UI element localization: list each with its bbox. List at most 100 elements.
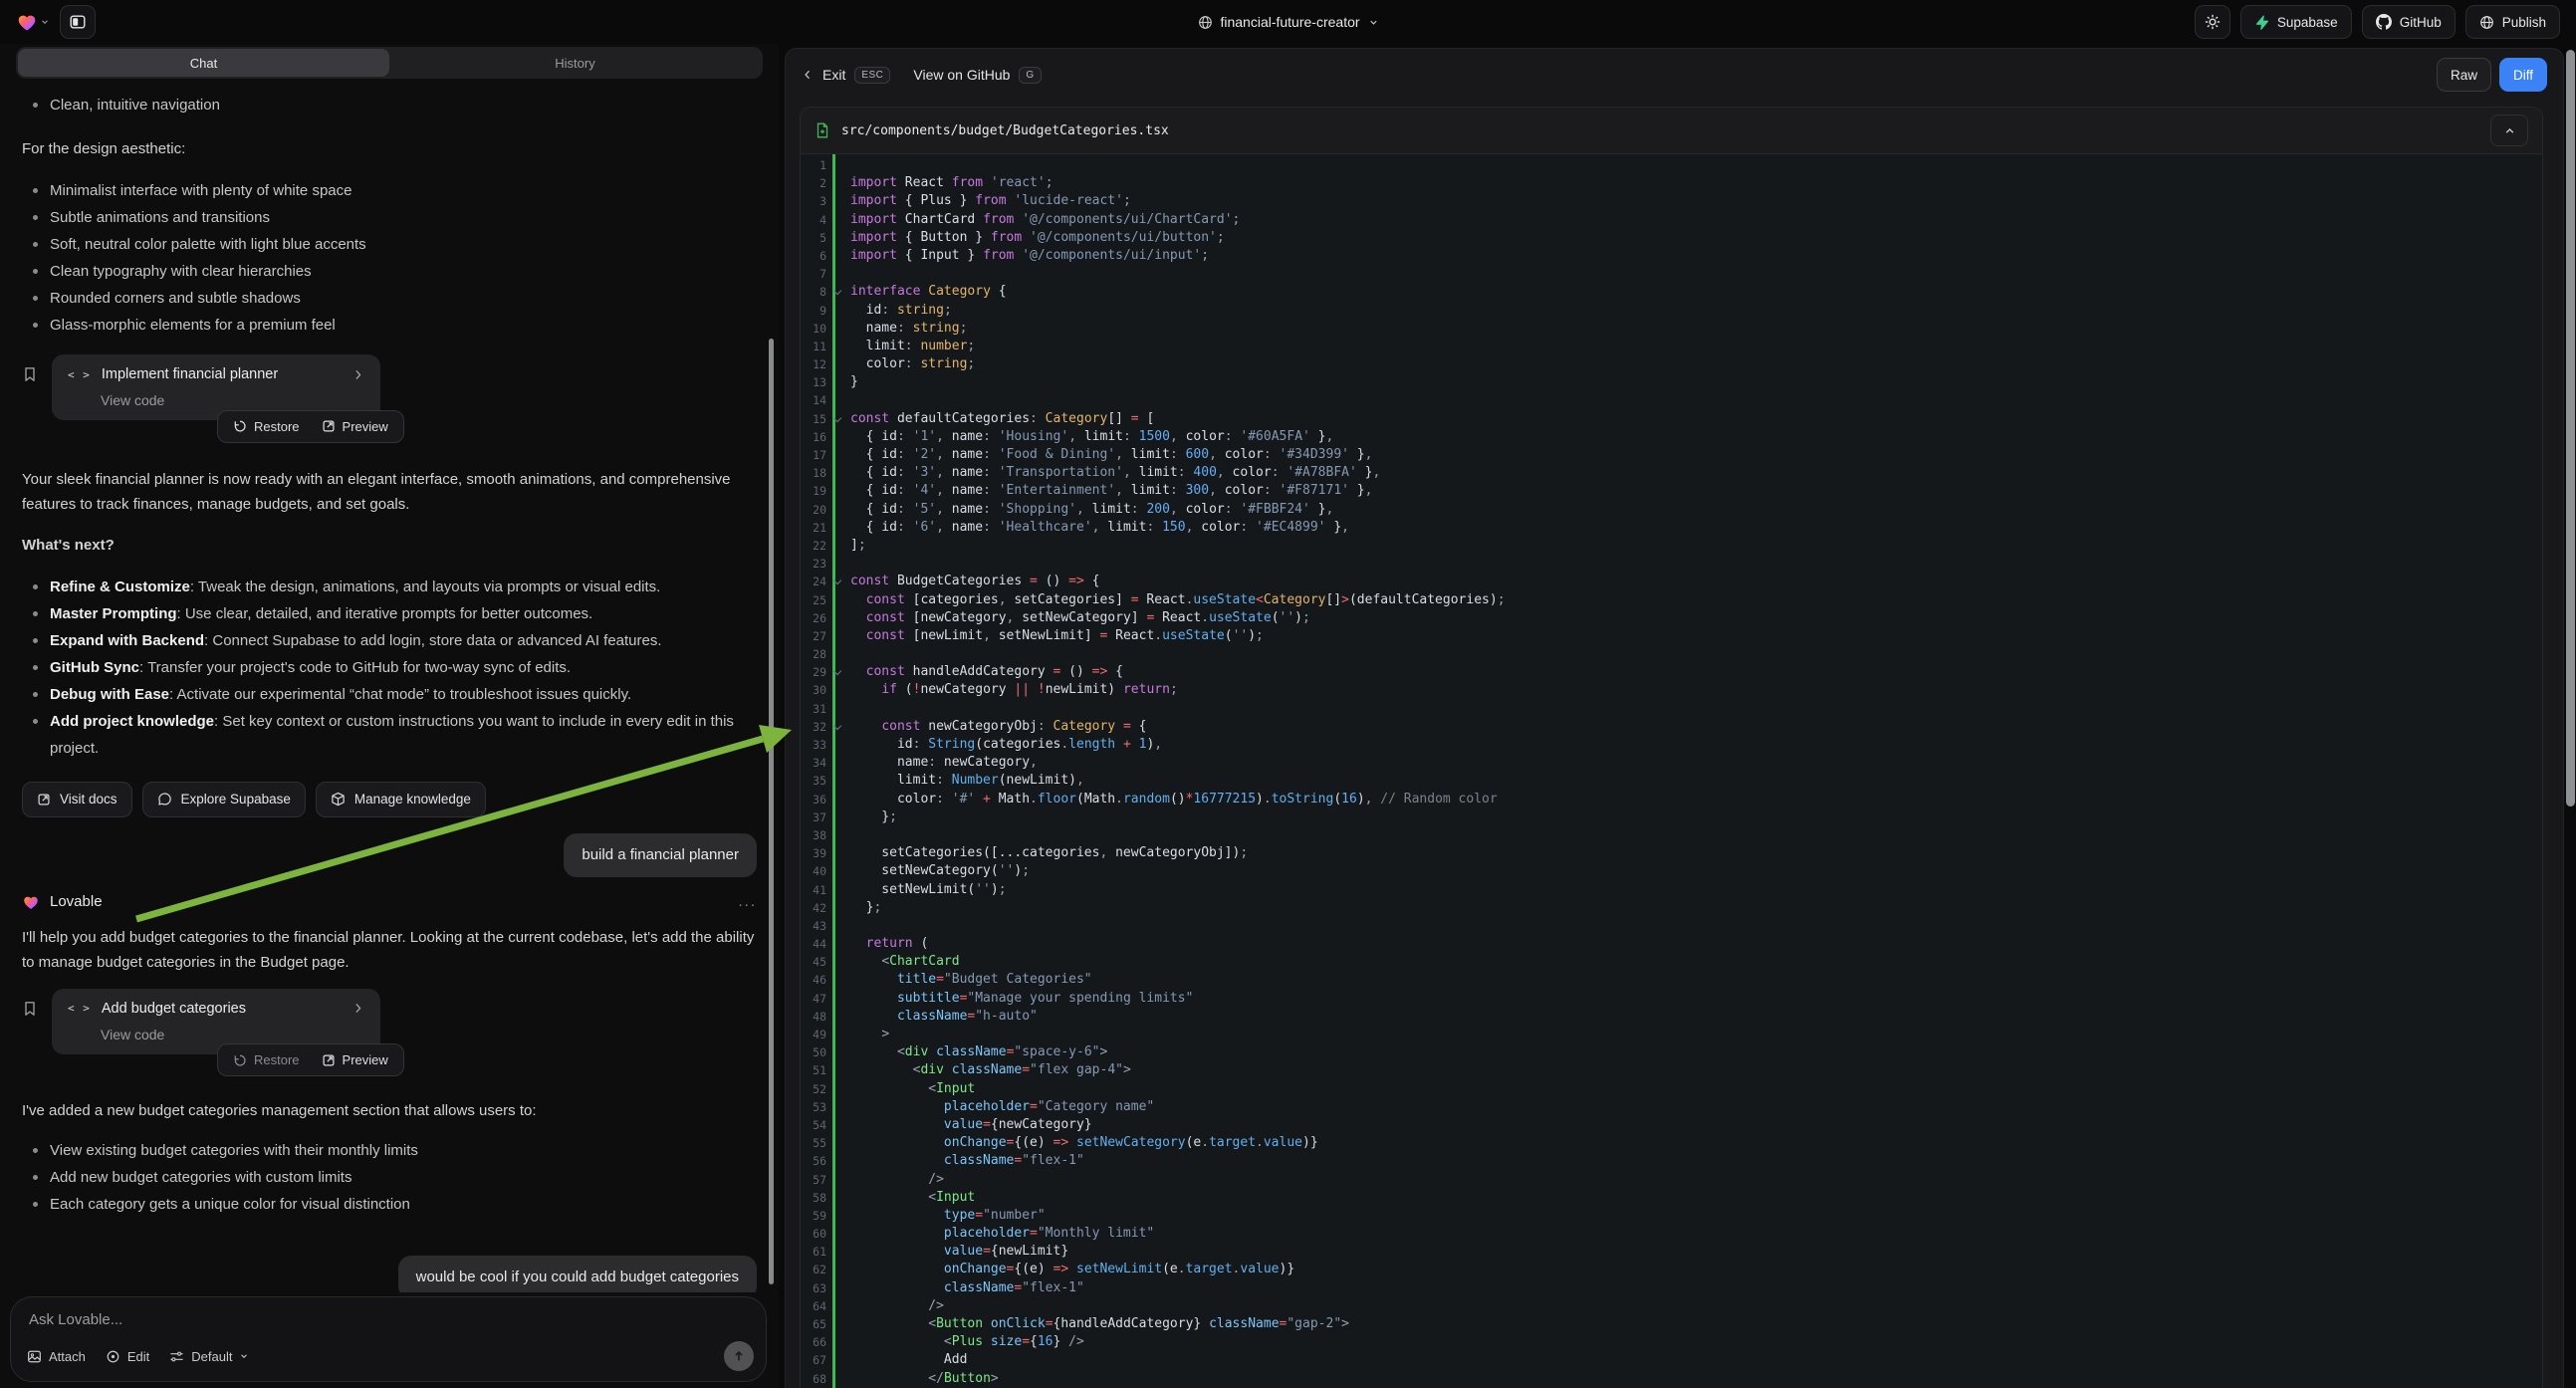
file-header[interactable]: src/components/budget/BudgetCategories.t… [801, 108, 2542, 154]
version-card-title: Add budget categories [102, 1001, 341, 1017]
attach-button[interactable]: Attach [27, 1349, 86, 1364]
line-number: 66 [801, 1333, 826, 1351]
supabase-button[interactable]: Supabase [2240, 5, 2352, 39]
code-icon: < > [68, 368, 91, 381]
project-menu[interactable]: financial-future-creator [1197, 0, 1378, 44]
restore-button[interactable]: Restore [224, 1048, 309, 1071]
next-steps-list: Refine & Customize: Tweak the design, an… [22, 574, 757, 762]
code-scrollbar[interactable] [2566, 50, 2575, 807]
restore-button[interactable]: Restore [224, 415, 309, 438]
publish-button[interactable]: Publish [2465, 5, 2560, 39]
chevron-right-icon [351, 1002, 364, 1015]
external-link-icon [322, 419, 336, 433]
line-number: 29 [801, 663, 826, 681]
line-number: 14 [801, 391, 826, 409]
code-line: 57 /> [801, 1171, 2542, 1189]
toggle-sidebar-button[interactable] [60, 5, 96, 39]
model-selector[interactable]: Default [169, 1349, 249, 1364]
tab-chat[interactable]: Chat [18, 49, 389, 77]
line-number: 58 [801, 1189, 826, 1207]
code-text: /> [826, 1297, 944, 1315]
chat-messages[interactable]: Clean, intuitive navigation For the desi… [0, 86, 779, 1292]
code-line: 68 </Button> [801, 1370, 2542, 1388]
code-line: 50 <div className="space-y-6"> [801, 1043, 2542, 1061]
bookmark-icon[interactable] [22, 354, 38, 382]
code-line: 4import ChartCard from '@/components/ui/… [801, 211, 2542, 229]
preview-button[interactable]: Preview [313, 1048, 397, 1071]
chevron-right-icon [351, 368, 364, 381]
code-line: 1 [801, 156, 2542, 174]
code-line: 65 <Button onClick={handleAddCategory} c… [801, 1315, 2542, 1333]
explore-supabase-button[interactable]: Explore Supabase [142, 782, 306, 817]
code-text [826, 917, 850, 935]
github-icon [2376, 14, 2392, 30]
tab-history[interactable]: History [389, 49, 761, 77]
code-line: 35 limit: Number(newLimit), [801, 772, 2542, 790]
github-button[interactable]: GitHub [2362, 5, 2456, 39]
version-card-title: Implement financial planner [102, 366, 341, 382]
code-viewer[interactable]: 12import React from 'react';3import { Pl… [801, 154, 2542, 1388]
line-number: 53 [801, 1098, 826, 1116]
code-line: 33 id: String(categories.length + 1), [801, 736, 2542, 754]
code-line: 22]; [801, 537, 2542, 555]
exit-button[interactable]: Exit esc [802, 67, 890, 84]
version-toolbar-2: Restore Preview [217, 1043, 404, 1076]
chat-input[interactable] [27, 1310, 754, 1329]
code-panel-area: Exit esc View on GitHub G Raw Diff src/c… [783, 44, 2564, 1388]
bullet-item: Soft, neutral color palette with light b… [50, 231, 757, 258]
esc-key-badge: esc [854, 67, 890, 84]
lovable-logo[interactable] [16, 11, 50, 33]
code-text: color: '#' + Math.floor(Math.random()*16… [826, 791, 1498, 809]
chevron-left-icon [802, 69, 814, 81]
chevron-down-icon [40, 17, 50, 27]
code-text: name: newCategory, [826, 754, 1038, 772]
version-toolbar-1: Restore Preview [217, 410, 404, 443]
code-line: 26 const [newCategory, setNewCategory] =… [801, 609, 2542, 627]
code-line: 19 { id: '4', name: 'Entertainment', lim… [801, 482, 2542, 500]
code-text: > [826, 1026, 889, 1043]
preview-button[interactable]: Preview [313, 415, 397, 438]
code-text: { id: '1', name: 'Housing', limit: 1500,… [826, 428, 1333, 446]
manage-knowledge-button[interactable]: Manage knowledge [316, 782, 486, 817]
code-text [826, 156, 850, 174]
diff-added-bar [832, 154, 835, 1388]
code-line: 44 return ( [801, 935, 2542, 953]
view-code-link[interactable]: View code [101, 1027, 364, 1042]
code-line: 28 [801, 645, 2542, 663]
line-number: 45 [801, 953, 826, 971]
code-line: 46 title="Budget Categories" [801, 971, 2542, 989]
line-number: 52 [801, 1080, 826, 1098]
bookmark-icon[interactable] [22, 989, 38, 1017]
code-text: title="Budget Categories" [826, 971, 1092, 989]
bullet-item: Expand with Backend: Connect Supabase to… [50, 627, 757, 654]
edit-mode-button[interactable]: Edit [106, 1349, 149, 1364]
code-text: { id: '3', name: 'Transportation', limit… [826, 464, 1380, 482]
line-number: 43 [801, 917, 826, 935]
visit-docs-button[interactable]: Visit docs [22, 782, 132, 817]
help-text: I'll help you add budget categories to t… [22, 925, 757, 975]
raw-toggle-button[interactable]: Raw [2437, 58, 2491, 92]
collapse-file-button[interactable] [2490, 115, 2528, 146]
chat-scrollbar[interactable] [769, 339, 774, 1284]
design-bullet-list: Minimalist interface with plenty of whit… [22, 177, 757, 339]
code-text: setCategories([...categories, newCategor… [826, 844, 1248, 862]
line-number: 30 [801, 681, 826, 699]
line-number: 23 [801, 555, 826, 573]
code-text [826, 555, 850, 573]
assistant-header: Lovable ... [22, 891, 757, 913]
bullet-item: GitHub Sync: Transfer your project's cod… [50, 654, 757, 681]
diff-toggle-button[interactable]: Diff [2499, 58, 2547, 92]
settings-button[interactable] [2195, 5, 2230, 39]
code-line: 54 value={newCategory} [801, 1116, 2542, 1134]
send-button[interactable] [724, 1341, 754, 1371]
code-text: { id: '4', name: 'Entertainment', limit:… [826, 482, 1372, 500]
view-code-link[interactable]: View code [101, 392, 364, 408]
code-text: limit: Number(newLimit), [826, 772, 1084, 790]
view-on-github-button[interactable]: View on GitHub G [913, 67, 1041, 84]
code-text: const handleAddCategory = () => { [826, 663, 1123, 681]
line-number: 60 [801, 1225, 826, 1243]
chat-history-tabs: Chat History [16, 47, 763, 79]
line-number: 9 [801, 302, 826, 320]
code-text: <div className="flex gap-4"> [826, 1061, 1131, 1079]
message-menu-button[interactable]: ... [738, 893, 757, 910]
